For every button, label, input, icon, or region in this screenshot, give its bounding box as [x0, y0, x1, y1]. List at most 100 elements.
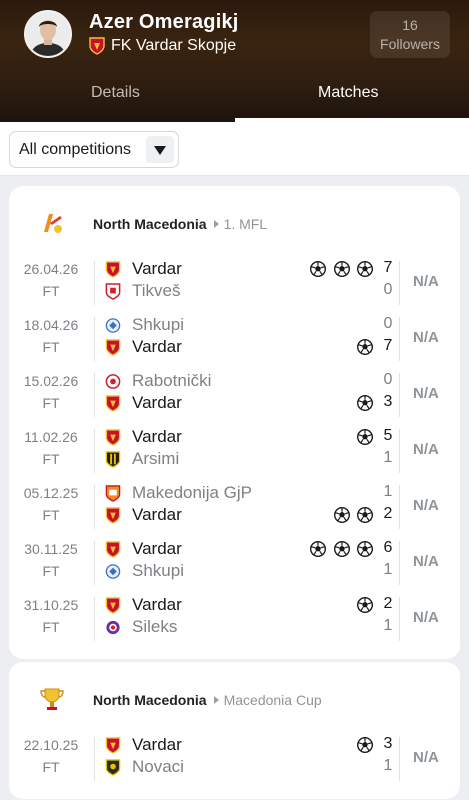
football-goal-icon: [357, 429, 373, 445]
player-rating: N/A: [413, 441, 439, 458]
away-team[interactable]: Vardar 3: [105, 392, 395, 414]
away-team[interactable]: Shkupi 1: [105, 560, 395, 582]
player-rating: N/A: [413, 749, 439, 766]
caret-right-icon: [213, 220, 219, 228]
home-score: 0: [383, 371, 393, 388]
north-macedonia-first-league-icon: [44, 214, 62, 233]
home-team[interactable]: Vardar 2: [105, 594, 395, 616]
home-team-name: Makedonija GjP: [132, 483, 253, 502]
player-rating: N/A: [413, 273, 439, 290]
tikves-crest-icon: [105, 283, 121, 300]
away-team-name: Vardar: [132, 505, 182, 524]
competition-card: North Macedonia Macedonia Cup 22.10.25 FT Va…: [9, 662, 460, 799]
divider: [399, 485, 400, 529]
match-row[interactable]: 15.02.26 FT Rabotnički 0 Vardar 3 N/A: [9, 368, 460, 424]
match-row[interactable]: 31.10.25 FT Vardar 2 Sileks 1 N/A: [9, 592, 460, 648]
home-team-name: Shkupi: [132, 315, 184, 334]
divider: [399, 541, 400, 585]
divider: [94, 261, 95, 305]
football-goal-icon: [333, 261, 350, 277]
home-score: 0: [383, 315, 393, 332]
away-team-name: Novaci: [132, 757, 184, 776]
home-team-name: Vardar: [132, 427, 182, 446]
match-date: 22.10.25: [23, 737, 79, 753]
away-team[interactable]: Vardar 2: [105, 504, 395, 526]
football-goal-icon: [310, 261, 326, 277]
away-team[interactable]: Vardar 7: [105, 336, 395, 358]
home-score: 5: [383, 427, 393, 444]
match-row[interactable]: 22.10.25 FT Vardar 3 Novaci 1 N/A: [9, 732, 460, 788]
home-score: 2: [383, 595, 393, 612]
player-header: Azer Omeragikj FK Vardar Skopje 16 Follo…: [0, 0, 469, 122]
vardar-crest-icon: [105, 395, 121, 412]
away-team[interactable]: Sileks 1: [105, 616, 395, 638]
home-team-name: Vardar: [132, 259, 182, 278]
tab-details[interactable]: Details: [91, 84, 140, 102]
away-team[interactable]: Arsimi 1: [105, 448, 395, 470]
player-rating: N/A: [413, 497, 439, 514]
match-row[interactable]: 18.04.26 FT Shkupi 0 Vardar 7 N/A: [9, 312, 460, 368]
home-team[interactable]: Shkupi 0: [105, 314, 395, 336]
home-team[interactable]: Makedonija GjP 1: [105, 482, 395, 504]
tab-matches[interactable]: Matches: [318, 84, 378, 102]
divider: [399, 737, 400, 781]
match-row[interactable]: 11.02.26 FT Vardar 5 Arsimi 1 N/A: [9, 424, 460, 480]
home-team[interactable]: Vardar 5: [105, 426, 395, 448]
followers-box[interactable]: 16 Followers: [370, 11, 450, 58]
competition-header[interactable]: North Macedonia Macedonia Cup: [9, 662, 460, 732]
competition-header[interactable]: North Macedonia 1. MFL: [9, 186, 460, 256]
competition-country: North Macedonia: [93, 216, 207, 232]
away-team[interactable]: Novaci 1: [105, 756, 395, 778]
match-date: 15.02.26: [23, 373, 79, 389]
football-goal-icon: [310, 541, 326, 557]
chevron-down-icon[interactable]: [146, 136, 174, 163]
player-goals: [350, 597, 374, 613]
match-row[interactable]: 26.04.26 FT Vardar 7 Tikveš 0 N/A: [9, 256, 460, 312]
away-team-name: Arsimi: [132, 449, 180, 468]
player-goals: [350, 737, 374, 753]
sileks-crest-icon: [106, 620, 120, 635]
away-score: 0: [383, 281, 393, 298]
away-score: 1: [383, 617, 393, 634]
match-date: 26.04.26: [23, 261, 79, 277]
makedonija-gjp-crest-icon: [105, 485, 121, 502]
away-team[interactable]: Tikveš 0: [105, 280, 395, 302]
home-team[interactable]: Rabotnički 0: [105, 370, 395, 392]
home-team[interactable]: Vardar 3: [105, 734, 395, 756]
divider: [399, 429, 400, 473]
divider: [94, 737, 95, 781]
football-goal-icon: [357, 339, 373, 355]
match-date: 31.10.25: [23, 597, 79, 613]
match-row[interactable]: 05.12.25 FT Makedonija GjP 1 Vardar 2 N/A: [9, 480, 460, 536]
divider: [399, 373, 400, 417]
player-club[interactable]: FK Vardar Skopje: [89, 37, 236, 55]
away-team-name: Shkupi: [132, 561, 184, 580]
novaci-crest-icon: [105, 759, 121, 776]
match-row[interactable]: 30.11.25 FT Vardar 6 Shkupi 1 N/A: [9, 536, 460, 592]
match-status: FT: [42, 563, 60, 579]
divider: [94, 429, 95, 473]
away-team-name: Sileks: [132, 617, 178, 636]
home-team-name: Vardar: [132, 595, 182, 614]
competition-select[interactable]: All competitions: [9, 131, 179, 168]
shkupi-crest-icon: [105, 318, 121, 333]
followers-count: 16: [402, 17, 418, 33]
caret-right-icon: [213, 696, 219, 704]
divider: [399, 261, 400, 305]
match-date: 30.11.25: [24, 541, 78, 557]
match-date: 05.12.25: [23, 485, 79, 501]
away-team-name: Tikveš: [132, 281, 181, 300]
arsimi-crest-icon: [105, 451, 121, 468]
football-goal-icon: [357, 541, 373, 557]
competition-league: Macedonia Cup: [223, 692, 322, 708]
home-team-name: Rabotnički: [132, 371, 212, 390]
player-goals: [350, 429, 374, 445]
player-goals: [350, 395, 374, 411]
home-team[interactable]: Vardar 6: [105, 538, 395, 560]
home-team[interactable]: Vardar 7: [105, 258, 395, 280]
football-goal-icon: [357, 597, 373, 613]
home-score: 3: [383, 735, 393, 752]
player-avatar[interactable]: [24, 10, 72, 58]
vardar-crest-icon: [105, 541, 121, 558]
match-status: FT: [42, 619, 60, 635]
